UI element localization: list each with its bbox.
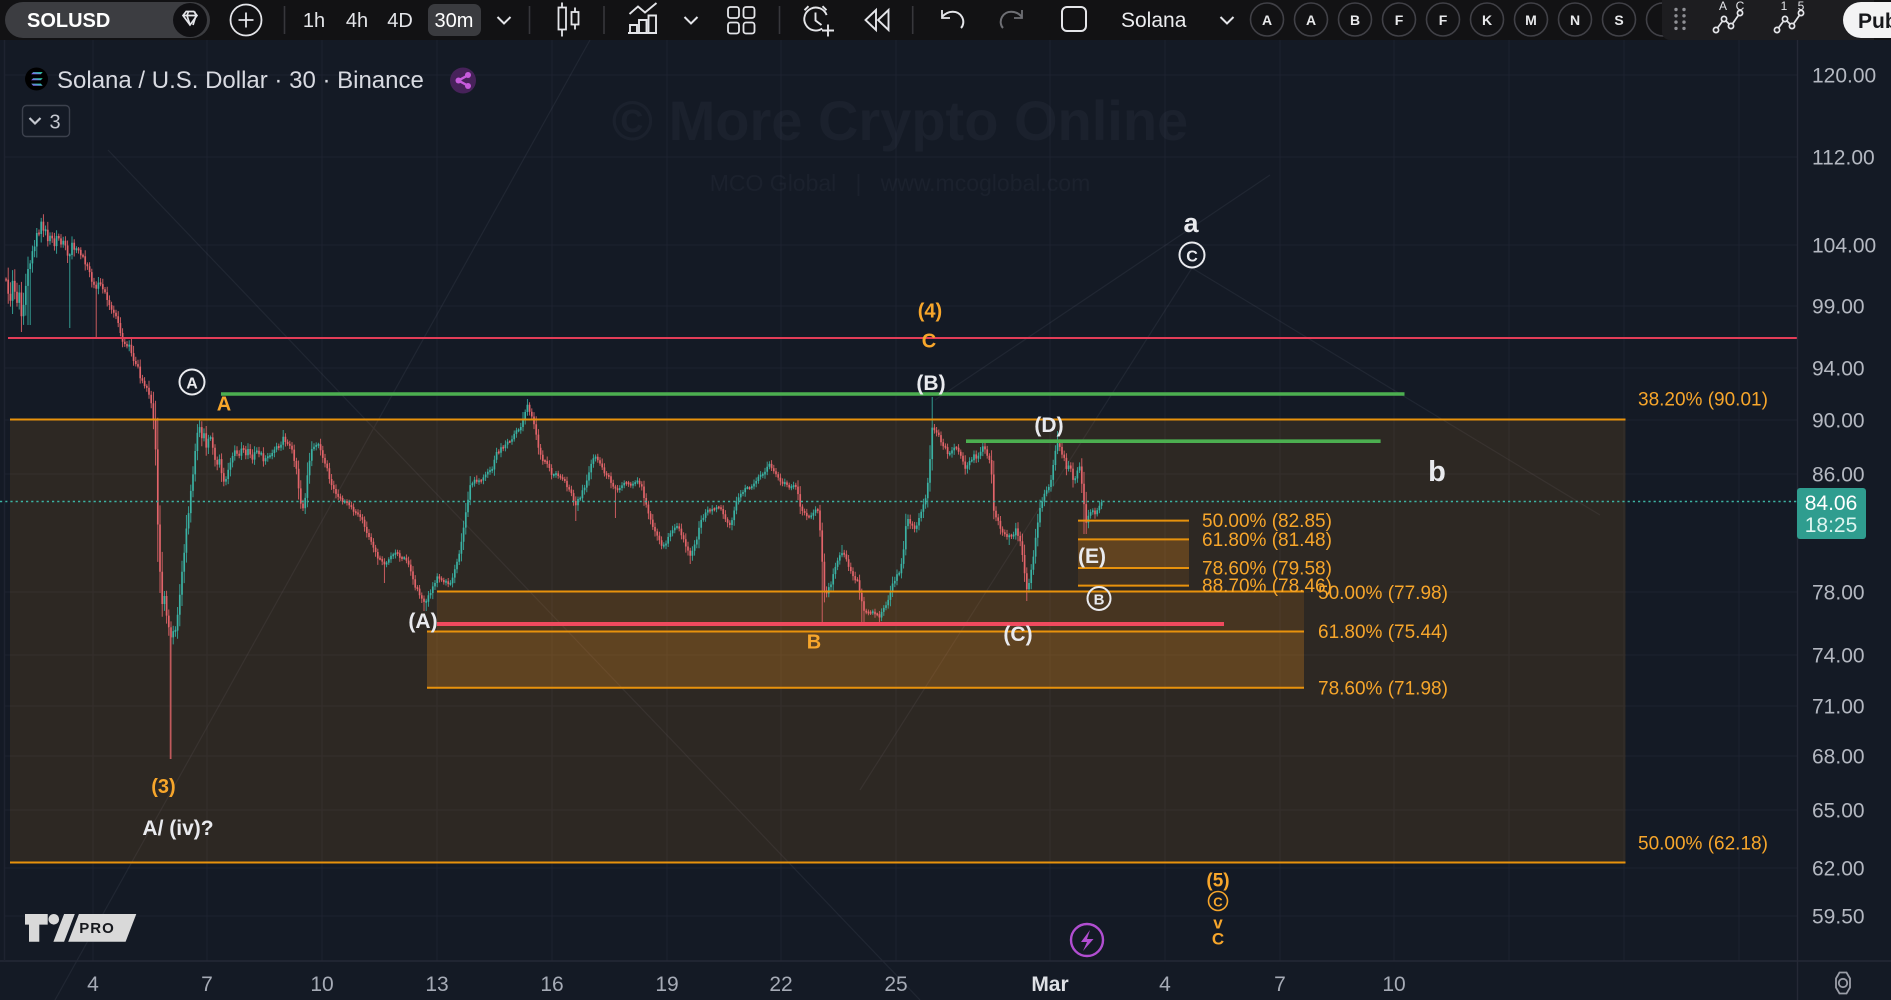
svg-text:N: N	[1570, 12, 1580, 28]
svg-text:4D: 4D	[387, 10, 413, 32]
svg-text:68.00: 68.00	[1812, 746, 1865, 769]
svg-text:74.00: 74.00	[1812, 645, 1865, 668]
svg-text:(A): (A)	[408, 610, 437, 633]
svg-text:A: A	[186, 376, 198, 393]
svg-text:7: 7	[201, 973, 213, 996]
svg-text:61.80% (81.48): 61.80% (81.48)	[1202, 530, 1332, 551]
svg-text:MCO Global | www.mcoglobal: MCO Global | www.mcoglobal.com	[710, 170, 1090, 196]
svg-text:10: 10	[310, 973, 333, 996]
svg-text:F: F	[1395, 12, 1404, 28]
svg-text:(D): (D)	[1034, 414, 1063, 437]
svg-text:62.00: 62.00	[1812, 858, 1865, 881]
svg-text:78.60% (71.98): 78.60% (71.98)	[1318, 679, 1448, 700]
svg-text:(5): (5)	[1206, 871, 1229, 892]
svg-text:(E): (E)	[1078, 545, 1106, 568]
svg-text:B: B	[807, 632, 821, 654]
svg-text:b: b	[1428, 456, 1446, 488]
svg-text:Solana / U.S. Dollar · 30 · Bi: Solana / U.S. Dollar · 30 · Binance	[57, 67, 424, 94]
svg-text:5: 5	[1798, 0, 1805, 13]
svg-text:30m: 30m	[435, 10, 474, 32]
svg-text:94.00: 94.00	[1812, 358, 1865, 381]
svg-text:SOLUSD: SOLUSD	[27, 10, 110, 32]
svg-text:(3): (3)	[151, 776, 175, 798]
svg-text:A: A	[217, 394, 231, 416]
svg-text:50.00% (62.18): 50.00% (62.18)	[1638, 834, 1768, 855]
svg-text:13: 13	[425, 973, 448, 996]
svg-text:A: A	[1306, 12, 1316, 28]
svg-text:4: 4	[1159, 973, 1171, 996]
svg-text:(C): (C)	[1003, 623, 1032, 646]
svg-text:22: 22	[769, 973, 792, 996]
svg-text:C: C	[1212, 930, 1224, 949]
svg-text:4h: 4h	[346, 10, 368, 32]
svg-text:B: B	[1094, 592, 1105, 609]
svg-text:90.00: 90.00	[1812, 410, 1865, 433]
svg-text:© More Crypto Online: © More Crypto Online	[612, 89, 1188, 152]
svg-text:16: 16	[540, 973, 563, 996]
svg-text:104.00: 104.00	[1812, 235, 1876, 258]
svg-text:Solana: Solana	[1121, 9, 1187, 32]
svg-text:(4): (4)	[918, 301, 942, 323]
svg-text:C: C	[1736, 0, 1745, 13]
svg-text:61.80% (75.44): 61.80% (75.44)	[1318, 622, 1448, 643]
svg-text:S: S	[1614, 12, 1623, 28]
svg-text:84.06: 84.06	[1805, 492, 1858, 515]
svg-text:65.00: 65.00	[1812, 800, 1865, 823]
svg-text:A: A	[1719, 0, 1727, 13]
svg-text:C: C	[1186, 249, 1198, 266]
svg-text:18:25: 18:25	[1805, 514, 1858, 537]
svg-text:38.20% (90.01): 38.20% (90.01)	[1638, 390, 1768, 411]
svg-text:112.00: 112.00	[1812, 147, 1875, 170]
svg-text:59.50: 59.50	[1812, 906, 1865, 929]
svg-text:PRO: PRO	[79, 920, 115, 937]
svg-text:99.00: 99.00	[1812, 296, 1865, 319]
svg-text:88.70% (78.46): 88.70% (78.46)	[1202, 576, 1332, 597]
svg-text:Mar: Mar	[1031, 973, 1068, 996]
svg-text:M: M	[1525, 12, 1537, 28]
svg-text:78.00: 78.00	[1812, 582, 1865, 605]
svg-text:A/ (iv)?: A/ (iv)?	[142, 817, 213, 840]
svg-text:1: 1	[1781, 0, 1788, 13]
svg-text:C: C	[1213, 895, 1223, 910]
svg-text:Pub: Pub	[1858, 10, 1891, 33]
svg-text:50.00% (77.98): 50.00% (77.98)	[1318, 583, 1448, 604]
svg-text:C: C	[922, 331, 936, 353]
svg-text:71.00: 71.00	[1812, 696, 1865, 719]
svg-text:7: 7	[1274, 973, 1286, 996]
svg-text:F: F	[1439, 12, 1448, 28]
svg-text:(B): (B)	[916, 372, 945, 395]
svg-text:25: 25	[884, 973, 907, 996]
svg-text:3: 3	[49, 112, 60, 134]
svg-text:4: 4	[87, 973, 99, 996]
svg-text:86.00: 86.00	[1812, 464, 1865, 487]
svg-text:120.00: 120.00	[1812, 65, 1876, 88]
svg-text:1h: 1h	[303, 10, 325, 32]
svg-text:a: a	[1183, 208, 1199, 238]
svg-text:19: 19	[655, 973, 678, 996]
svg-text:K: K	[1482, 12, 1492, 28]
svg-text:10: 10	[1382, 973, 1405, 996]
svg-text:A: A	[1262, 12, 1272, 28]
svg-text:B: B	[1350, 12, 1360, 28]
